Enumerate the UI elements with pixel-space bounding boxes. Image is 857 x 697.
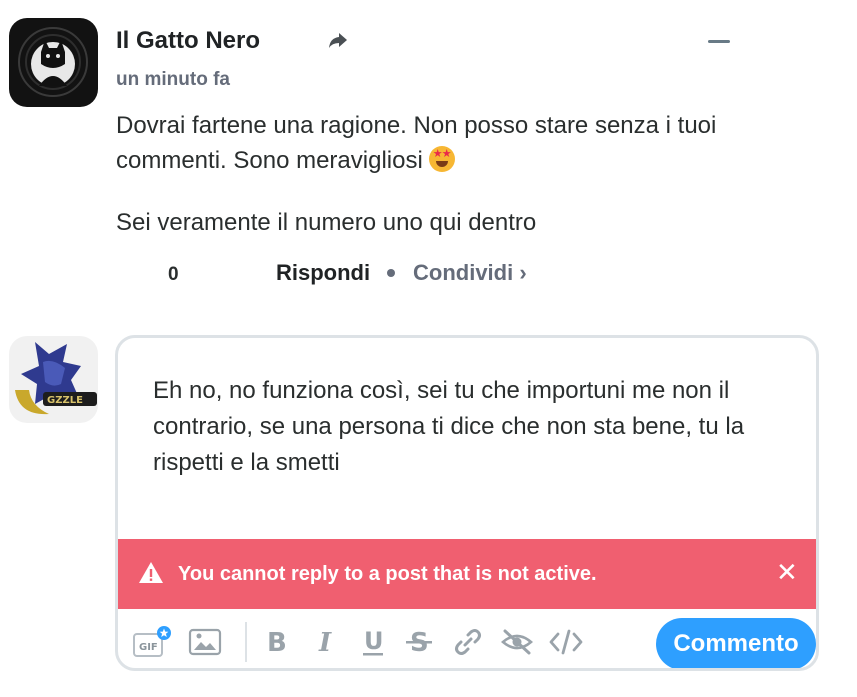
svg-text:GZZLE: GZZLE xyxy=(47,395,83,406)
comment-paragraph-text: Dovrai fartene una ragione. Non posso st… xyxy=(116,112,717,174)
reply-editor[interactable]: Eh no, no funziona così, sei tu che impo… xyxy=(115,335,819,671)
reply-textarea[interactable]: Eh no, no funziona così, sei tu che impo… xyxy=(153,373,793,481)
share-button[interactable]: Condividi › xyxy=(413,260,527,286)
comment-timestamp[interactable]: un minuto fa xyxy=(116,69,230,91)
spoiler-icon[interactable] xyxy=(500,626,533,658)
share-arrow-icon[interactable] xyxy=(326,28,350,52)
comment-paragraph: Dovrai fartene una ragione. Non posso st… xyxy=(116,108,806,178)
vote-count: 0 xyxy=(168,264,179,285)
comment-author[interactable]: Il Gatto Nero xyxy=(116,27,260,55)
svg-text:I: I xyxy=(318,628,332,658)
error-alert: You cannot reply to a post that is not a… xyxy=(118,539,816,609)
code-icon[interactable] xyxy=(548,626,583,658)
star-struck-emoji-icon xyxy=(428,146,455,172)
svg-text:U: U xyxy=(364,627,384,655)
image-icon[interactable] xyxy=(188,626,222,658)
underline-icon[interactable]: U xyxy=(358,626,390,658)
bold-icon[interactable]: B xyxy=(262,626,294,658)
submit-comment-button[interactable]: Commento xyxy=(656,618,816,668)
strikethrough-icon[interactable]: S xyxy=(404,626,436,658)
link-icon[interactable] xyxy=(452,626,484,658)
separator-dot xyxy=(387,269,395,277)
collapse-icon[interactable] xyxy=(706,30,732,52)
user-avatar[interactable]: GZZLE xyxy=(9,336,98,423)
alert-message: You cannot reply to a post that is not a… xyxy=(178,563,597,585)
editor-toolbar: GIF B I U S Commento xyxy=(118,609,816,668)
author-avatar[interactable] xyxy=(9,18,98,107)
comment-body: Dovrai fartene una ragione. Non posso st… xyxy=(116,108,806,240)
toolbar-divider xyxy=(245,622,247,662)
svg-text:GIF: GIF xyxy=(139,642,158,653)
warning-icon xyxy=(138,561,164,585)
close-alert-icon[interactable]: ✕ xyxy=(776,557,798,588)
comment-paragraph: Sei veramente il numero uno qui dentro xyxy=(116,209,537,236)
gif-icon[interactable]: GIF xyxy=(132,626,171,658)
svg-text:B: B xyxy=(267,628,287,658)
italic-icon[interactable]: I xyxy=(312,626,344,658)
reply-button[interactable]: Rispondi xyxy=(276,260,370,286)
